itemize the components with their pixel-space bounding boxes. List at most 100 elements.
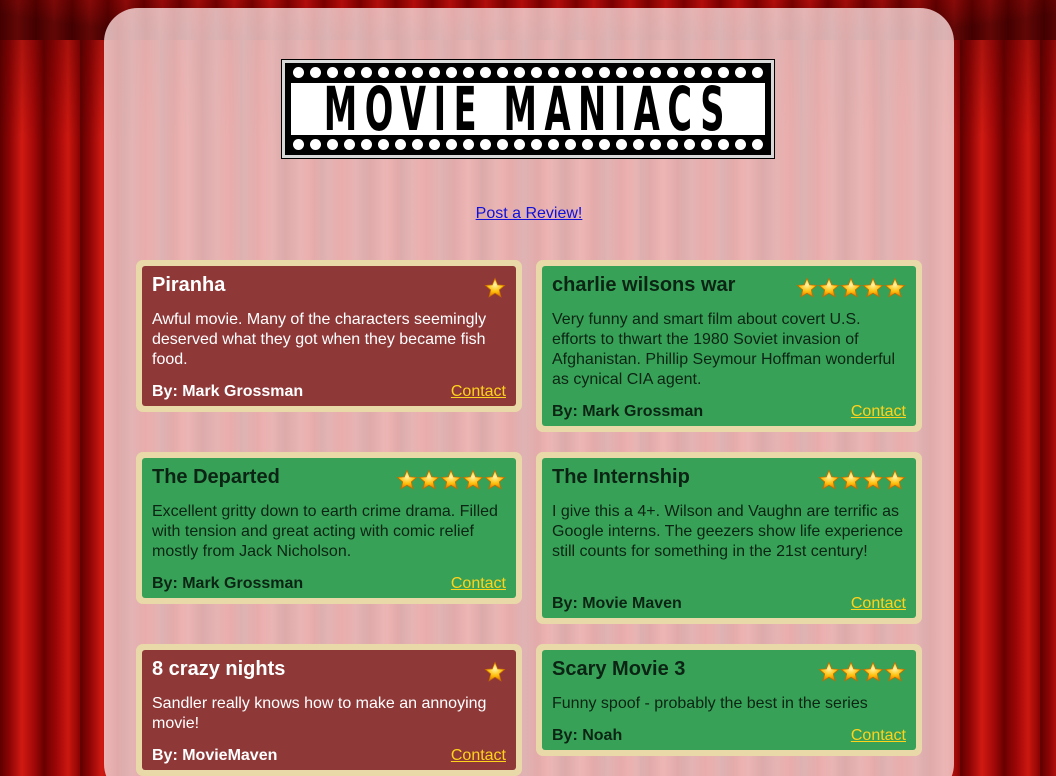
- review-card-frame: Scary Movie 3 Funny spoof - probably the…: [536, 644, 922, 756]
- sprocket-hole: [514, 139, 525, 150]
- sprocket-hole: [548, 139, 559, 150]
- sprocket-hole: [310, 67, 321, 78]
- review-text: Excellent gritty down to earth crime dra…: [152, 503, 498, 560]
- review-card: Scary Movie 3 Funny spoof - probably the…: [542, 650, 916, 750]
- review-author: By: Mark Grossman: [552, 403, 704, 420]
- logo-text: MOVIE MANIACS: [323, 73, 733, 145]
- review-card-frame: The Departed Excellent gritty down to ea…: [136, 452, 522, 604]
- film-sprocket-holes-bottom: [293, 139, 763, 151]
- sprocket-hole: [735, 67, 746, 78]
- sprocket-hole: [752, 67, 763, 78]
- star-icon: [484, 277, 506, 299]
- sprocket-hole: [395, 139, 406, 150]
- review-card: Piranha Awful movie. Many of the charact…: [142, 266, 516, 406]
- review-title: The Departed: [152, 466, 280, 488]
- review-card: 8 crazy nights Sandler really knows how …: [142, 650, 516, 770]
- review-author: By: MovieMaven: [152, 747, 278, 764]
- review-title: Scary Movie 3: [552, 658, 686, 680]
- contact-link[interactable]: Contact: [851, 402, 906, 422]
- review-author: By: Mark Grossman: [152, 383, 304, 400]
- star-rating: [818, 661, 906, 683]
- star-icon: [818, 661, 840, 683]
- star-icon: [862, 661, 884, 683]
- logo-strip: MOVIE MANIACS: [291, 79, 765, 139]
- sprocket-hole: [684, 139, 695, 150]
- star-icon: [840, 661, 862, 683]
- sprocket-hole: [565, 139, 576, 150]
- star-icon: [396, 469, 418, 491]
- review-card-frame: charlie wilsons war Very funny and smart…: [536, 260, 922, 432]
- review-title: 8 crazy nights: [152, 658, 286, 680]
- star-icon: [840, 469, 862, 491]
- review-text: Very funny and smart film about covert U…: [552, 311, 895, 388]
- star-icon: [884, 661, 906, 683]
- sprocket-hole: [599, 139, 610, 150]
- sprocket-hole: [531, 139, 542, 150]
- review-title: Piranha: [152, 274, 226, 296]
- sprocket-hole: [446, 139, 457, 150]
- star-icon: [862, 469, 884, 491]
- review-card-frame: 8 crazy nights Sandler really knows how …: [136, 644, 522, 776]
- contact-link[interactable]: Contact: [851, 726, 906, 746]
- sprocket-hole: [344, 139, 355, 150]
- star-icon: [818, 469, 840, 491]
- star-icon: [462, 469, 484, 491]
- review-author: By: Noah: [552, 727, 623, 744]
- post-review-row: Post a Review!: [104, 205, 954, 223]
- sprocket-hole: [718, 139, 729, 150]
- star-icon: [440, 469, 462, 491]
- review-card: charlie wilsons war Very funny and smart…: [542, 266, 916, 426]
- star-icon: [796, 277, 818, 299]
- sprocket-hole: [616, 139, 627, 150]
- star-rating: [484, 277, 506, 299]
- sprocket-hole: [463, 139, 474, 150]
- review-text: Funny spoof - probably the best in the s…: [552, 695, 868, 712]
- sprocket-hole: [582, 139, 593, 150]
- review-card-frame: The Internship I give this a 4+. Wilson …: [536, 452, 922, 624]
- review-card: The Internship I give this a 4+. Wilson …: [542, 458, 916, 618]
- star-rating: [484, 661, 506, 683]
- review-title: charlie wilsons war: [552, 274, 736, 296]
- star-rating: [396, 469, 506, 491]
- sprocket-hole: [735, 139, 746, 150]
- sprocket-hole: [650, 139, 661, 150]
- contact-link[interactable]: Contact: [851, 594, 906, 614]
- sprocket-hole: [667, 139, 678, 150]
- site-logo: MOVIE MANIACS: [282, 60, 774, 158]
- review-text: Awful movie. Many of the characters seem…: [152, 311, 487, 368]
- sprocket-hole: [293, 67, 304, 78]
- contact-link[interactable]: Contact: [451, 382, 506, 402]
- sprocket-hole: [429, 139, 440, 150]
- sprocket-hole: [327, 139, 338, 150]
- sprocket-hole: [378, 139, 389, 150]
- sprocket-hole: [310, 139, 321, 150]
- review-card: The Departed Excellent gritty down to ea…: [142, 458, 516, 598]
- sprocket-hole: [701, 139, 712, 150]
- review-title: The Internship: [552, 466, 690, 488]
- star-rating: [796, 277, 906, 299]
- sprocket-hole: [293, 139, 304, 150]
- sprocket-hole: [361, 139, 372, 150]
- contact-link[interactable]: Contact: [451, 574, 506, 594]
- review-author: By: Mark Grossman: [152, 575, 304, 592]
- star-icon: [884, 277, 906, 299]
- sprocket-hole: [497, 139, 508, 150]
- post-review-link[interactable]: Post a Review!: [476, 205, 583, 222]
- star-icon: [884, 469, 906, 491]
- main-panel: MOVIE MANIACS Post a Review! Piranha Awf…: [104, 8, 954, 776]
- sprocket-hole: [633, 139, 644, 150]
- star-icon: [818, 277, 840, 299]
- star-rating: [818, 469, 906, 491]
- sprocket-hole: [412, 139, 423, 150]
- contact-link[interactable]: Contact: [451, 746, 506, 766]
- sprocket-hole: [752, 139, 763, 150]
- review-text: Sandler really knows how to make an anno…: [152, 695, 487, 732]
- review-text: I give this a 4+. Wilson and Vaughn are …: [552, 503, 904, 560]
- review-author: By: Movie Maven: [552, 595, 682, 612]
- sprocket-hole: [480, 139, 491, 150]
- star-icon: [862, 277, 884, 299]
- review-card-frame: Piranha Awful movie. Many of the charact…: [136, 260, 522, 412]
- star-icon: [484, 661, 506, 683]
- star-icon: [418, 469, 440, 491]
- star-icon: [840, 277, 862, 299]
